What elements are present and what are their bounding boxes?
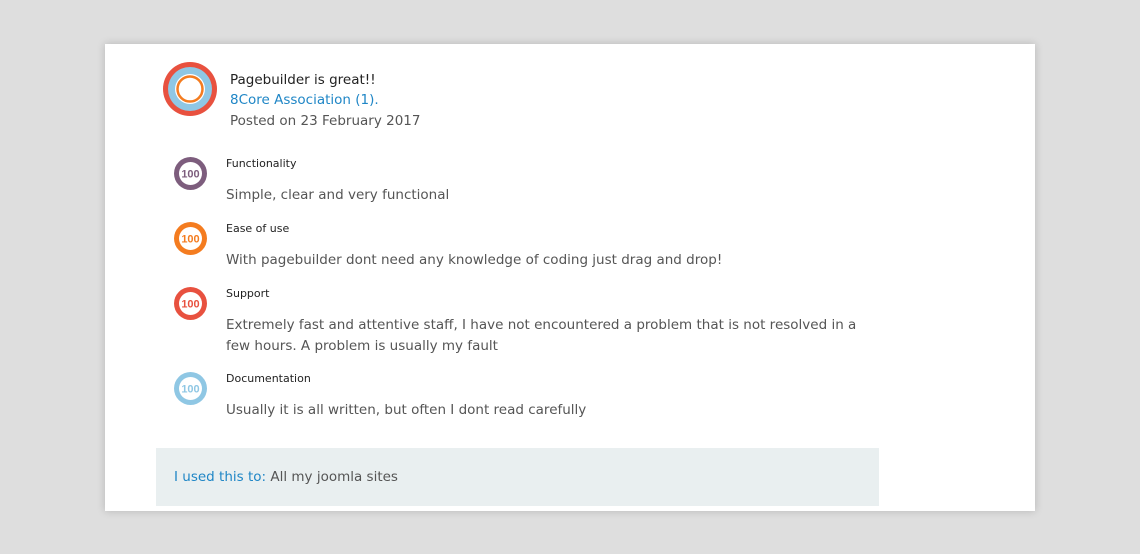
score-badge-icon: 100 bbox=[174, 222, 207, 255]
score-value: 100 bbox=[181, 169, 199, 181]
usage-line: I used this to: All my joomla sites bbox=[174, 469, 398, 485]
rating-label: Support bbox=[226, 287, 270, 300]
score-value: 100 bbox=[181, 299, 199, 311]
posted-date: Posted on 23 February 2017 bbox=[230, 113, 421, 129]
author-link[interactable]: 8Core Association (1). bbox=[230, 92, 379, 108]
score-badge-icon: 100 bbox=[174, 372, 207, 405]
score-value: 100 bbox=[181, 384, 199, 396]
score-value: 100 bbox=[181, 234, 199, 246]
rating-label: Documentation bbox=[226, 372, 311, 385]
usage-key: I used this to: bbox=[174, 469, 267, 485]
rating-comment: Usually it is all written, but often I d… bbox=[226, 402, 587, 418]
rating-label: Functionality bbox=[226, 157, 297, 170]
score-badge-icon: 100 bbox=[174, 157, 207, 190]
rating-comment: Simple, clear and very functional bbox=[226, 187, 450, 203]
rating-label: Ease of use bbox=[226, 222, 290, 235]
review-card: Pagebuilder is great!! 8Core Association… bbox=[105, 44, 1035, 511]
review-title: Pagebuilder is great!! bbox=[230, 72, 376, 88]
usage-value: All my joomla sites bbox=[270, 469, 398, 485]
usage-box: I used this to: All my joomla sites bbox=[156, 448, 879, 506]
score-badge-icon: 100 bbox=[174, 287, 207, 320]
avatar-icon bbox=[163, 62, 217, 116]
rating-comment: With pagebuilder dont need any knowledge… bbox=[226, 252, 723, 268]
rating-comment: Extremely fast and attentive staff, I ha… bbox=[226, 317, 857, 354]
